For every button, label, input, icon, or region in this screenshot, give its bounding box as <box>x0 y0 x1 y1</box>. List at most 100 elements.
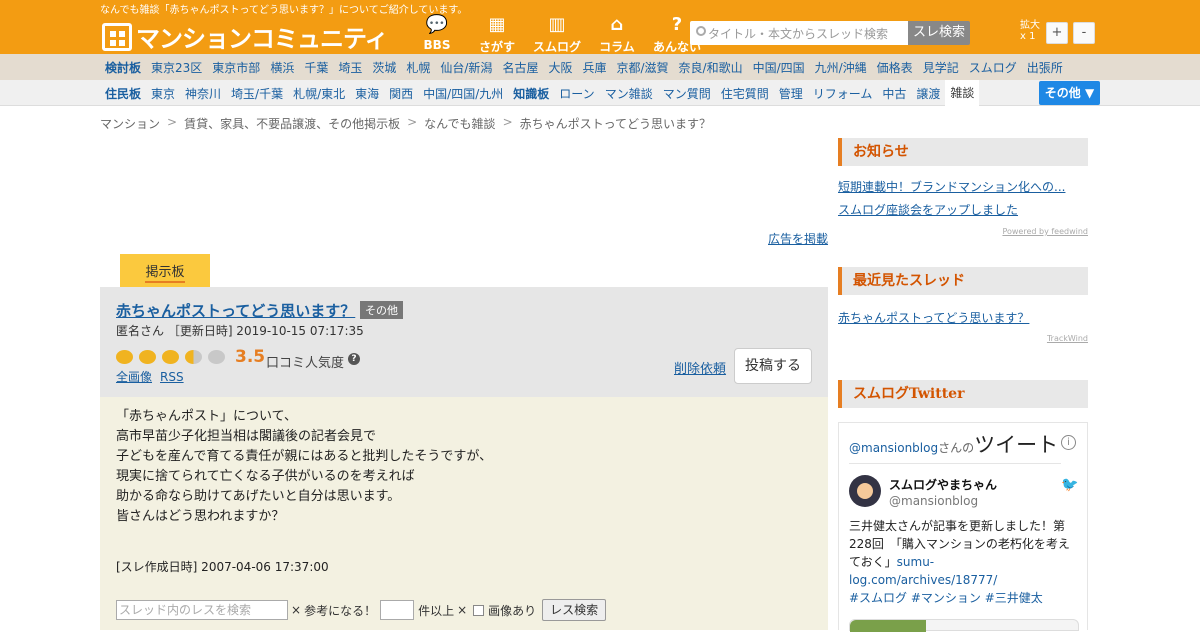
nav-label: さがす <box>478 40 515 54</box>
recent-item[interactable]: 赤ちゃんポストってどう思います？ <box>838 309 1029 326</box>
nav-item-knowledge[interactable]: 知識板 <box>508 85 554 102</box>
breadcrumb-separator: > <box>167 115 178 129</box>
nav-item[interactable]: 名古屋 <box>497 59 543 76</box>
building-search-icon: ▦ <box>488 14 506 35</box>
zoom-out-button[interactable]: - <box>1073 22 1095 44</box>
tweet-author-name[interactable]: スムログやまちゃん <box>889 476 997 493</box>
thread-title[interactable]: 赤ちゃんポストってどう思います？ <box>116 300 355 321</box>
news-item[interactable]: 短期連載中！ブランドマンション化への... <box>838 178 1065 195</box>
thread-body: 「赤ちゃんポスト」について、 高市早苗少子化担当相は閣議後の記者会見で 子どもを… <box>100 397 828 630</box>
nav-item[interactable]: マン質問 <box>658 85 716 102</box>
thread-search-input[interactable]: タイトル・本文からスレッド検索 <box>690 21 908 45</box>
nav-item[interactable]: 中国/四国/九州 <box>418 85 508 102</box>
body-line: 子どもを産んで育てる責任が親にはあると批判したそうですが、 <box>116 449 493 464</box>
clear-icon[interactable]: × <box>457 603 467 617</box>
nav-row-jumin: 住民板 東京 神奈川 埼玉/千葉 札幌/東北 東海 関西 中国/四国/九州 知識板 ローン マン雑… <box>0 80 1200 106</box>
nav-item[interactable]: 兵庫 <box>577 59 611 76</box>
nav-item[interactable]: 関西 <box>384 85 418 102</box>
res-search-input[interactable]: スレッド内のレスを検索 <box>116 600 288 620</box>
nav-row-kentou: 検討板 東京23区 東京市部 横浜 千葉 埼玉 茨城 札幌 仙台/新潟 名古屋 大阪 兵庫 京都/滋賀… <box>0 54 1200 80</box>
nav-item[interactable]: 埼玉/千葉 <box>226 85 288 102</box>
nav-bbs[interactable]: 💬 BBS <box>410 14 464 55</box>
body-line: 現実に捨てられて亡くなる子供がいるのを考えれば <box>116 469 415 484</box>
nav-item[interactable]: 東京 <box>146 85 180 102</box>
breadcrumb-item[interactable]: 賃貸、家具、不要品譲渡、その他掲示板 <box>184 115 400 132</box>
delete-request-link[interactable]: 削除依頼 <box>674 358 726 377</box>
nav-head-jumin[interactable]: 住民板 <box>100 85 146 102</box>
tweet-author-handle[interactable]: @mansionblog <box>889 494 978 508</box>
nav-item[interactable]: 価格表 <box>872 59 918 76</box>
nav-item[interactable]: 中国/四国 <box>748 59 810 76</box>
nav-item[interactable]: 京都/滋賀 <box>611 59 673 76</box>
board-tab[interactable]: 掲示板 <box>120 254 210 287</box>
nav-item[interactable]: 大阪 <box>543 59 577 76</box>
rating-bubble-icon <box>116 350 133 364</box>
ad-link[interactable]: 広告を掲載 <box>768 230 828 247</box>
news-heading: お知らせ <box>838 138 1088 166</box>
info-icon[interactable]: i <box>1061 435 1076 450</box>
board-tab-label: 掲示板 <box>145 265 185 283</box>
other-menu-button[interactable]: その他 ▼ <box>1039 81 1100 105</box>
avatar[interactable] <box>849 475 881 507</box>
nav-item[interactable]: 仙台/新潟 <box>435 59 497 76</box>
res-search-button[interactable]: レス検索 <box>542 599 607 621</box>
nav-item[interactable]: 譲渡 <box>911 85 945 102</box>
nav-item-active[interactable]: 雑談 <box>945 80 980 106</box>
nav-item[interactable]: 住宅質問 <box>716 85 774 102</box>
zoom-label-text: 拡大 <box>1020 20 1040 31</box>
category-badge: その他 <box>360 301 403 319</box>
nav-item[interactable]: 管理 <box>774 85 808 102</box>
nav-item[interactable]: 中古 <box>877 85 911 102</box>
nav-item[interactable]: 神奈川 <box>180 85 226 102</box>
nav-item[interactable]: 茨城 <box>367 59 401 76</box>
rss-link[interactable]: RSS <box>160 370 184 384</box>
nav-item[interactable]: 千葉 <box>299 59 333 76</box>
nav-item[interactable]: スムログ <box>964 59 1022 76</box>
nav-column[interactable]: ⌂ コラム <box>590 14 644 55</box>
tweet-text: 三井健太さんが記事を更新しました！第228回 「購入マンションの老朽化を考えてお… <box>849 517 1081 607</box>
nav-label: BBS <box>423 38 451 52</box>
body-line: 助かる命なら助けてあげたいと自分は思います。 <box>116 489 401 504</box>
clear-icon[interactable]: × <box>291 603 301 617</box>
nav-item[interactable]: 出張所 <box>1022 59 1068 76</box>
trackwind-link[interactable]: TrackWind <box>1047 334 1088 343</box>
powered-by-link[interactable]: Powered by feedwind <box>1002 227 1088 236</box>
tweet-image[interactable] <box>849 619 1079 632</box>
all-images-link[interactable]: 全画像 <box>116 370 152 384</box>
nav-item[interactable]: マン雑談 <box>600 85 658 102</box>
nav-item[interactable]: 札幌/東北 <box>288 85 350 102</box>
nav-item[interactable]: 横浜 <box>265 59 299 76</box>
nav-item[interactable]: 東京23区 <box>146 59 207 76</box>
nav-item[interactable]: 九州/沖縄 <box>810 59 872 76</box>
useful-count-input[interactable] <box>380 600 415 620</box>
nav-item[interactable]: 見学記 <box>918 59 964 76</box>
rating-bubble-icon <box>139 350 156 364</box>
nav-list-jumin: 住民板 東京 神奈川 埼玉/千葉 札幌/東北 東海 関西 中国/四国/九州 知識板 ローン マン雑… <box>100 80 980 106</box>
nav-item[interactable]: 奈良/和歌山 <box>674 59 748 76</box>
help-icon[interactable]: ? <box>348 353 360 365</box>
nav-sumulog[interactable]: ▥ スムログ <box>530 14 584 55</box>
image-checkbox[interactable] <box>473 604 485 616</box>
news-item[interactable]: スムログ座談会をアップしました <box>838 201 1018 218</box>
zoom-in-button[interactable]: + <box>1046 22 1068 44</box>
breadcrumb-item[interactable]: マンション <box>100 115 160 132</box>
breadcrumb-item[interactable]: なんでも雑談 <box>424 115 495 132</box>
thread-header: 赤ちゃんポストってどう思います？ その他 匿名さん ［更新日時] 2019-10… <box>100 287 828 397</box>
nav-item[interactable]: 東海 <box>350 85 384 102</box>
nav-search[interactable]: ▦ さがす <box>470 14 524 55</box>
thread-body-text: 「赤ちゃんポスト」について、 高市早苗少子化担当相は閣議後の記者会見で 子どもを… <box>116 407 492 527</box>
nav-item[interactable]: ローン <box>554 85 599 102</box>
post-button[interactable]: 投稿する <box>734 348 812 384</box>
nav-item[interactable]: リフォーム <box>808 85 878 102</box>
body-line: 皆さんはどう思われますか？ <box>116 509 285 524</box>
twitter-account-suffix: さんの <box>938 441 975 455</box>
twitter-account-link[interactable]: @mansionblog <box>849 441 938 455</box>
speech-bubble-icon: 💬 <box>425 14 449 35</box>
nav-item[interactable]: 埼玉 <box>333 59 367 76</box>
tweet-hashtags[interactable]: #スムログ #マンション #三井健太 <box>849 591 1043 605</box>
nav-item[interactable]: 札幌 <box>401 59 435 76</box>
site-logo[interactable]: マンションコミュニティ <box>102 19 389 54</box>
nav-item[interactable]: 東京市部 <box>207 59 265 76</box>
nav-head-kentou[interactable]: 検討板 <box>100 59 146 76</box>
thread-search-button[interactable]: スレ検索 <box>908 21 970 45</box>
